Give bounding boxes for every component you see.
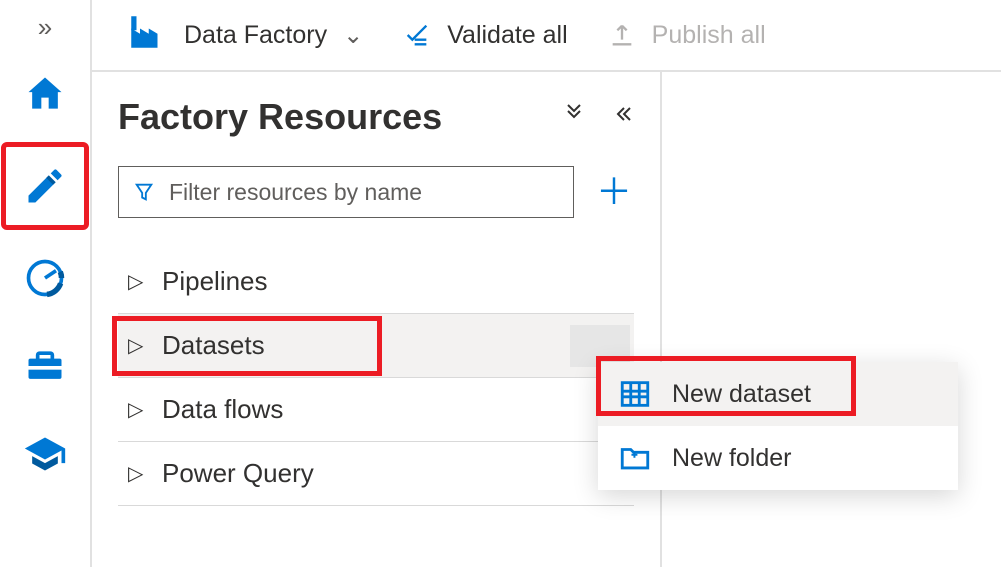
folder-plus-icon bbox=[618, 441, 652, 475]
tree-label: Power Query bbox=[162, 458, 314, 489]
factory-icon bbox=[126, 11, 168, 60]
triangle-right-icon: ▷ bbox=[128, 269, 146, 294]
filter-input-wrapper[interactable] bbox=[118, 166, 574, 218]
chevron-down-icon: ⌄ bbox=[343, 21, 363, 50]
tree-item-dataflows[interactable]: ▷ Data flows bbox=[118, 378, 634, 442]
tree-item-actions[interactable] bbox=[570, 325, 630, 367]
nav-author[interactable] bbox=[5, 146, 85, 226]
tree-label: Pipelines bbox=[162, 266, 268, 297]
breadcrumb[interactable]: Data Factory ⌄ bbox=[126, 11, 363, 60]
panel-title: Factory Resources bbox=[118, 96, 442, 138]
chevron-right-double-icon: » bbox=[38, 12, 52, 43]
collapse-panel-icon[interactable] bbox=[610, 102, 634, 133]
nav-manage[interactable] bbox=[9, 330, 81, 402]
context-label: New folder bbox=[672, 444, 792, 473]
tree-item-powerquery[interactable]: ▷ Power Query bbox=[118, 442, 634, 506]
nav-monitor[interactable] bbox=[9, 242, 81, 314]
validate-all-button[interactable]: Validate all bbox=[403, 21, 567, 50]
context-menu: New dataset New folder bbox=[598, 362, 958, 490]
checklist-icon bbox=[403, 21, 431, 49]
context-label: New dataset bbox=[672, 380, 811, 409]
context-new-folder[interactable]: New folder bbox=[598, 426, 958, 490]
tree-label: Data flows bbox=[162, 394, 283, 425]
add-resource-button[interactable]: ＋ bbox=[594, 174, 634, 210]
home-icon bbox=[23, 72, 67, 116]
nav-learn[interactable] bbox=[9, 418, 81, 490]
tree-item-pipelines[interactable]: ▷ Pipelines bbox=[118, 250, 634, 314]
toolbox-icon bbox=[23, 344, 67, 388]
plus-icon: ＋ bbox=[596, 171, 632, 212]
pencil-icon bbox=[23, 164, 67, 208]
upload-icon bbox=[608, 21, 636, 49]
filter-input[interactable] bbox=[169, 179, 559, 206]
context-new-dataset[interactable]: New dataset bbox=[598, 362, 958, 426]
collapse-rail-button[interactable]: » bbox=[0, 4, 90, 50]
tree-item-datasets[interactable]: ▷ Datasets bbox=[118, 314, 634, 378]
graduation-cap-icon bbox=[23, 432, 67, 476]
triangle-right-icon: ▷ bbox=[128, 333, 146, 358]
triangle-right-icon: ▷ bbox=[128, 397, 146, 422]
topbar: Data Factory ⌄ Validate all Publish all bbox=[92, 0, 1001, 72]
app-name: Data Factory bbox=[184, 21, 327, 50]
triangle-right-icon: ▷ bbox=[128, 461, 146, 486]
validate-all-label: Validate all bbox=[447, 21, 567, 50]
canvas-area bbox=[662, 72, 1001, 567]
factory-resources-panel: Factory Resources bbox=[92, 72, 662, 567]
filter-icon bbox=[133, 181, 155, 203]
publish-all-button: Publish all bbox=[608, 21, 766, 50]
tree-label: Datasets bbox=[162, 330, 265, 361]
table-icon bbox=[618, 377, 652, 411]
expand-all-icon[interactable] bbox=[562, 102, 586, 133]
nav-home[interactable] bbox=[9, 58, 81, 130]
nav-rail: » bbox=[0, 0, 92, 567]
gauge-icon bbox=[23, 256, 67, 300]
publish-all-label: Publish all bbox=[652, 21, 766, 50]
